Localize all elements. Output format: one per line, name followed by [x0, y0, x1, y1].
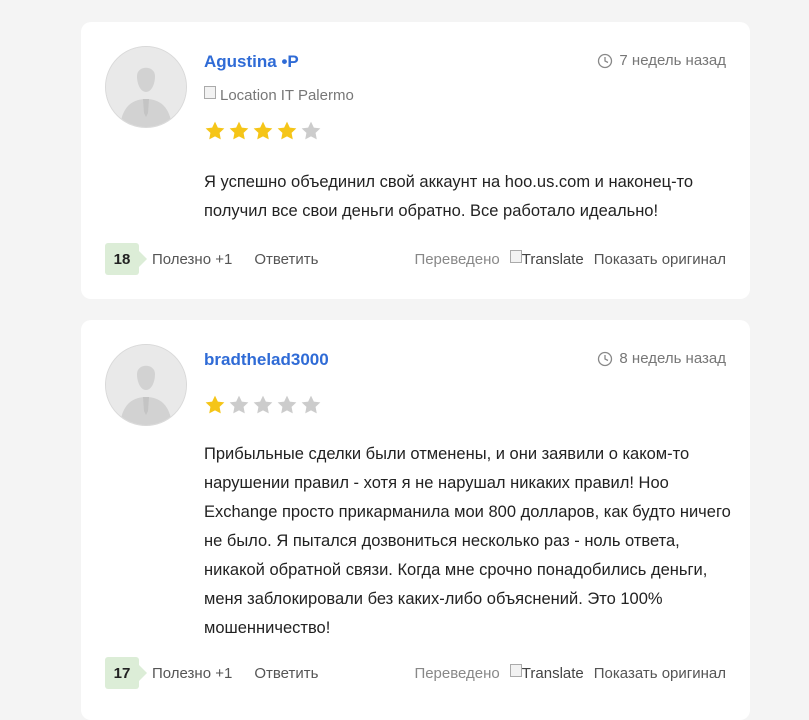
- helpful-button[interactable]: Полезно +1: [152, 665, 232, 682]
- star-empty-icon: [229, 395, 249, 414]
- star-empty-icon: [301, 121, 321, 140]
- broken-image-icon: [204, 86, 216, 99]
- translated-label: Переведено: [414, 250, 500, 268]
- location-img-alt: Location: [220, 87, 277, 104]
- show-original-link[interactable]: Показать оригинал: [594, 251, 726, 268]
- translate-alt-text: Translate: [521, 250, 584, 268]
- star-empty-icon: [253, 395, 273, 414]
- star-filled-icon: [205, 121, 225, 140]
- time-text: 8 недель назад: [619, 350, 726, 367]
- username[interactable]: Agustina •P: [204, 52, 299, 72]
- location: Location IT Palermo: [204, 86, 354, 104]
- reply-button[interactable]: Ответить: [254, 251, 318, 268]
- clock-icon: [598, 351, 613, 366]
- clock-icon: [598, 53, 613, 68]
- star-filled-icon: [277, 121, 297, 140]
- star-empty-icon: [301, 395, 321, 414]
- avatar-silhouette-icon: [106, 47, 186, 127]
- reply-button[interactable]: Ответить: [254, 665, 318, 682]
- translate-image: Translate: [509, 663, 584, 682]
- time-text: 7 недель назад: [619, 52, 726, 69]
- review-text: Я успешно объединил свой аккаунт на hoo.…: [204, 173, 694, 220]
- star-rating: [204, 394, 322, 416]
- star-rating: [204, 120, 322, 142]
- helpful-count-badge: 17: [105, 657, 147, 689]
- star-empty-icon: [277, 395, 297, 414]
- review-time: 7 недель назад: [597, 52, 726, 69]
- broken-image-icon: [509, 663, 522, 677]
- avatar: [105, 46, 187, 128]
- review-footer: 18 Полезно +1 Ответить Переведено Transl…: [105, 242, 726, 276]
- star-filled-icon: [205, 395, 225, 414]
- show-original-link[interactable]: Показать оригинал: [594, 665, 726, 682]
- review-time: 8 недель назад: [597, 350, 726, 367]
- star-filled-icon: [253, 121, 273, 140]
- username[interactable]: bradthelad3000: [204, 350, 329, 370]
- avatar-silhouette-icon: [106, 345, 186, 425]
- review-footer: 17 Полезно +1 Ответить Переведено Transl…: [105, 656, 726, 690]
- avatar: [105, 344, 187, 426]
- location-text: IT Palermo: [280, 87, 354, 104]
- helpful-count-badge: 18: [105, 243, 147, 275]
- translate-image: Translate: [509, 249, 584, 268]
- review-text: Прибыльные сделки были отменены, и они з…: [204, 445, 731, 637]
- helpful-button[interactable]: Полезно +1: [152, 251, 232, 268]
- star-filled-icon: [229, 121, 249, 140]
- review-card: Agustina •P 7 недель назад Location IT P…: [81, 22, 750, 299]
- translate-alt-text: Translate: [521, 664, 584, 682]
- broken-image-icon: [509, 249, 522, 263]
- translated-label: Переведено: [414, 664, 500, 682]
- review-card: bradthelad3000 8 недель назад Прибыльные…: [81, 320, 750, 720]
